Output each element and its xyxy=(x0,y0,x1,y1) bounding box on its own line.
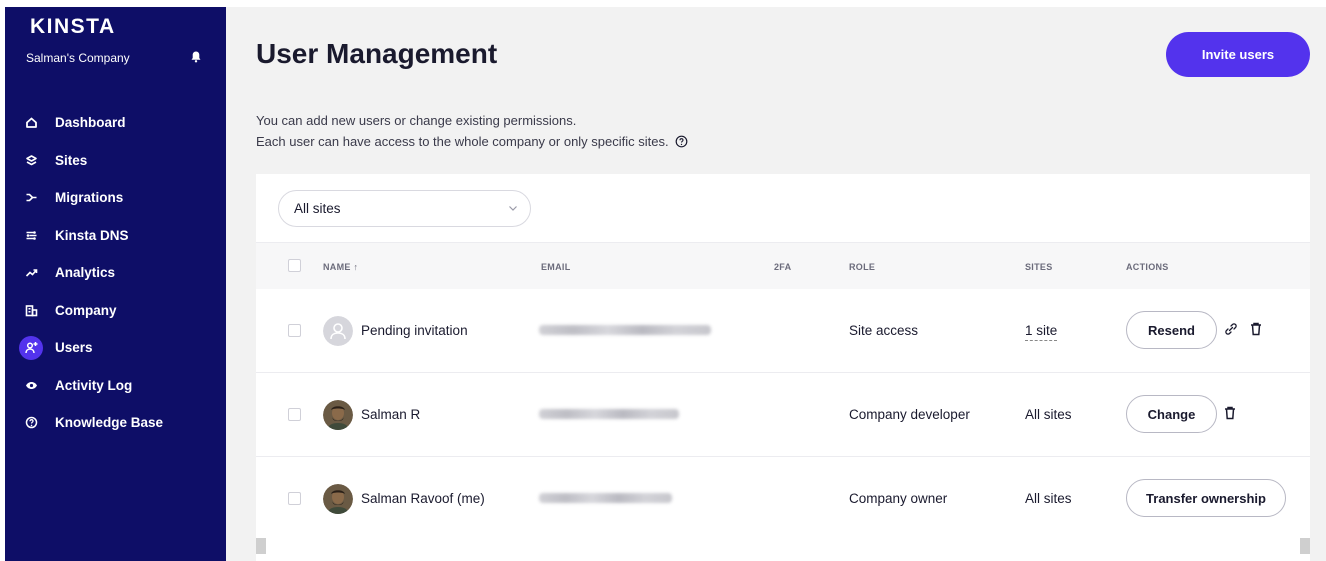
email-redacted xyxy=(539,493,672,503)
page-title: User Management xyxy=(256,38,498,69)
sidebar-item-label: Kinsta DNS xyxy=(55,227,129,243)
chevron-down-icon xyxy=(509,206,517,211)
sidebar-item-label: Company xyxy=(55,302,117,318)
column-header-email: EMAIL xyxy=(541,262,571,272)
company-switcher[interactable]: Salman's Company xyxy=(26,51,130,65)
user-name: Salman Ravoof (me) xyxy=(361,491,485,506)
user-role: Company developer xyxy=(849,407,970,422)
bell-icon[interactable] xyxy=(189,50,203,64)
row-checkbox[interactable] xyxy=(288,492,301,505)
description-line-1: You can add new users or change existing… xyxy=(256,113,577,128)
sidebar-item-label: Migrations xyxy=(55,190,124,206)
horizontal-scrollbar[interactable] xyxy=(256,538,1310,554)
sites-filter-value: All sites xyxy=(294,201,341,216)
avatar xyxy=(323,400,353,430)
table-header: NAME ↑ EMAIL 2FA ROLE SITES ACTIONS xyxy=(256,242,1310,289)
sidebar-item-kinsta-dns[interactable]: Kinsta DNS xyxy=(5,217,226,255)
sidebar-item-label: Dashboard xyxy=(55,115,126,131)
invite-users-button[interactable]: Invite users xyxy=(1166,32,1310,77)
users-card: All sites NAME ↑ EMAIL 2FA ROLE SITES AC… xyxy=(256,174,1310,561)
user-name: Pending invitation xyxy=(361,323,468,338)
table-row: Pending invitation Site access 1 site Re… xyxy=(256,289,1310,373)
user-name: Salman R xyxy=(361,407,421,422)
sidebar-item-label: Analytics xyxy=(55,265,116,281)
sidebar-item-label: Users xyxy=(55,340,93,356)
user-role: Company owner xyxy=(849,491,948,506)
avatar-photo xyxy=(323,400,353,430)
column-header-2fa: 2FA xyxy=(774,262,792,272)
avatar-placeholder xyxy=(323,316,353,346)
dns-icon xyxy=(19,223,43,247)
layers-icon xyxy=(19,148,43,172)
sidebar: KINSTA Salman's Company Dashboard Sites … xyxy=(5,7,226,561)
analytics-icon xyxy=(19,261,43,285)
select-all-checkbox[interactable] xyxy=(288,259,301,272)
sidebar-item-sites[interactable]: Sites xyxy=(5,142,226,180)
sidebar-item-users[interactable]: Users xyxy=(5,329,226,367)
user-sites: All sites xyxy=(1025,491,1072,506)
row-checkbox[interactable] xyxy=(288,324,301,337)
help-circle-icon xyxy=(19,411,43,435)
scrollbar-left-handle[interactable] xyxy=(256,538,266,554)
row-checkbox[interactable] xyxy=(288,408,301,421)
sites-filter-select[interactable]: All sites xyxy=(278,190,531,227)
column-header-name[interactable]: NAME ↑ xyxy=(323,262,358,272)
sidebar-nav: Dashboard Sites Migrations Kinsta DNS An… xyxy=(5,104,226,442)
trash-icon[interactable] xyxy=(1222,405,1238,421)
sidebar-item-dashboard[interactable]: Dashboard xyxy=(5,104,226,142)
table-row: Salman R Company developer All sites Cha… xyxy=(256,373,1310,457)
avatar xyxy=(323,484,353,514)
avatar-photo xyxy=(323,484,353,514)
users-icon xyxy=(19,335,43,360)
link-icon[interactable] xyxy=(1223,321,1239,337)
transfer-ownership-button[interactable]: Transfer ownership xyxy=(1126,479,1286,517)
description-text: Each user can have access to the whole c… xyxy=(256,134,669,149)
help-icon[interactable] xyxy=(675,135,688,148)
description-line-2: Each user can have access to the whole c… xyxy=(256,134,688,149)
sidebar-item-migrations[interactable]: Migrations xyxy=(5,179,226,217)
trash-icon[interactable] xyxy=(1248,321,1264,337)
sidebar-item-label: Sites xyxy=(55,152,88,168)
user-icon xyxy=(323,316,353,346)
sidebar-item-label: Knowledge Base xyxy=(55,415,164,431)
change-button[interactable]: Change xyxy=(1126,395,1217,433)
scrollbar-right-handle[interactable] xyxy=(1300,538,1310,554)
home-icon xyxy=(19,111,43,135)
company-icon xyxy=(19,298,43,322)
sidebar-item-analytics[interactable]: Analytics xyxy=(5,254,226,292)
email-redacted xyxy=(539,409,679,419)
migrations-icon xyxy=(19,186,43,210)
sidebar-item-label: Activity Log xyxy=(55,377,133,393)
sidebar-item-activity-log[interactable]: Activity Log xyxy=(5,367,226,405)
table-row: Salman Ravoof (me) Company owner All sit… xyxy=(256,457,1310,541)
column-header-sites: SITES xyxy=(1025,262,1053,272)
eye-icon xyxy=(19,373,43,397)
column-header-role: ROLE xyxy=(849,262,876,272)
column-header-actions: ACTIONS xyxy=(1126,262,1169,272)
email-redacted xyxy=(539,325,711,335)
resend-button[interactable]: Resend xyxy=(1126,311,1217,349)
user-role: Site access xyxy=(849,323,919,338)
sidebar-item-company[interactable]: Company xyxy=(5,292,226,330)
kinsta-logo[interactable]: KINSTA xyxy=(30,15,116,39)
sidebar-item-knowledge-base[interactable]: Knowledge Base xyxy=(5,404,226,442)
user-sites: All sites xyxy=(1025,407,1072,422)
sites-link[interactable]: 1 site xyxy=(1025,323,1058,341)
